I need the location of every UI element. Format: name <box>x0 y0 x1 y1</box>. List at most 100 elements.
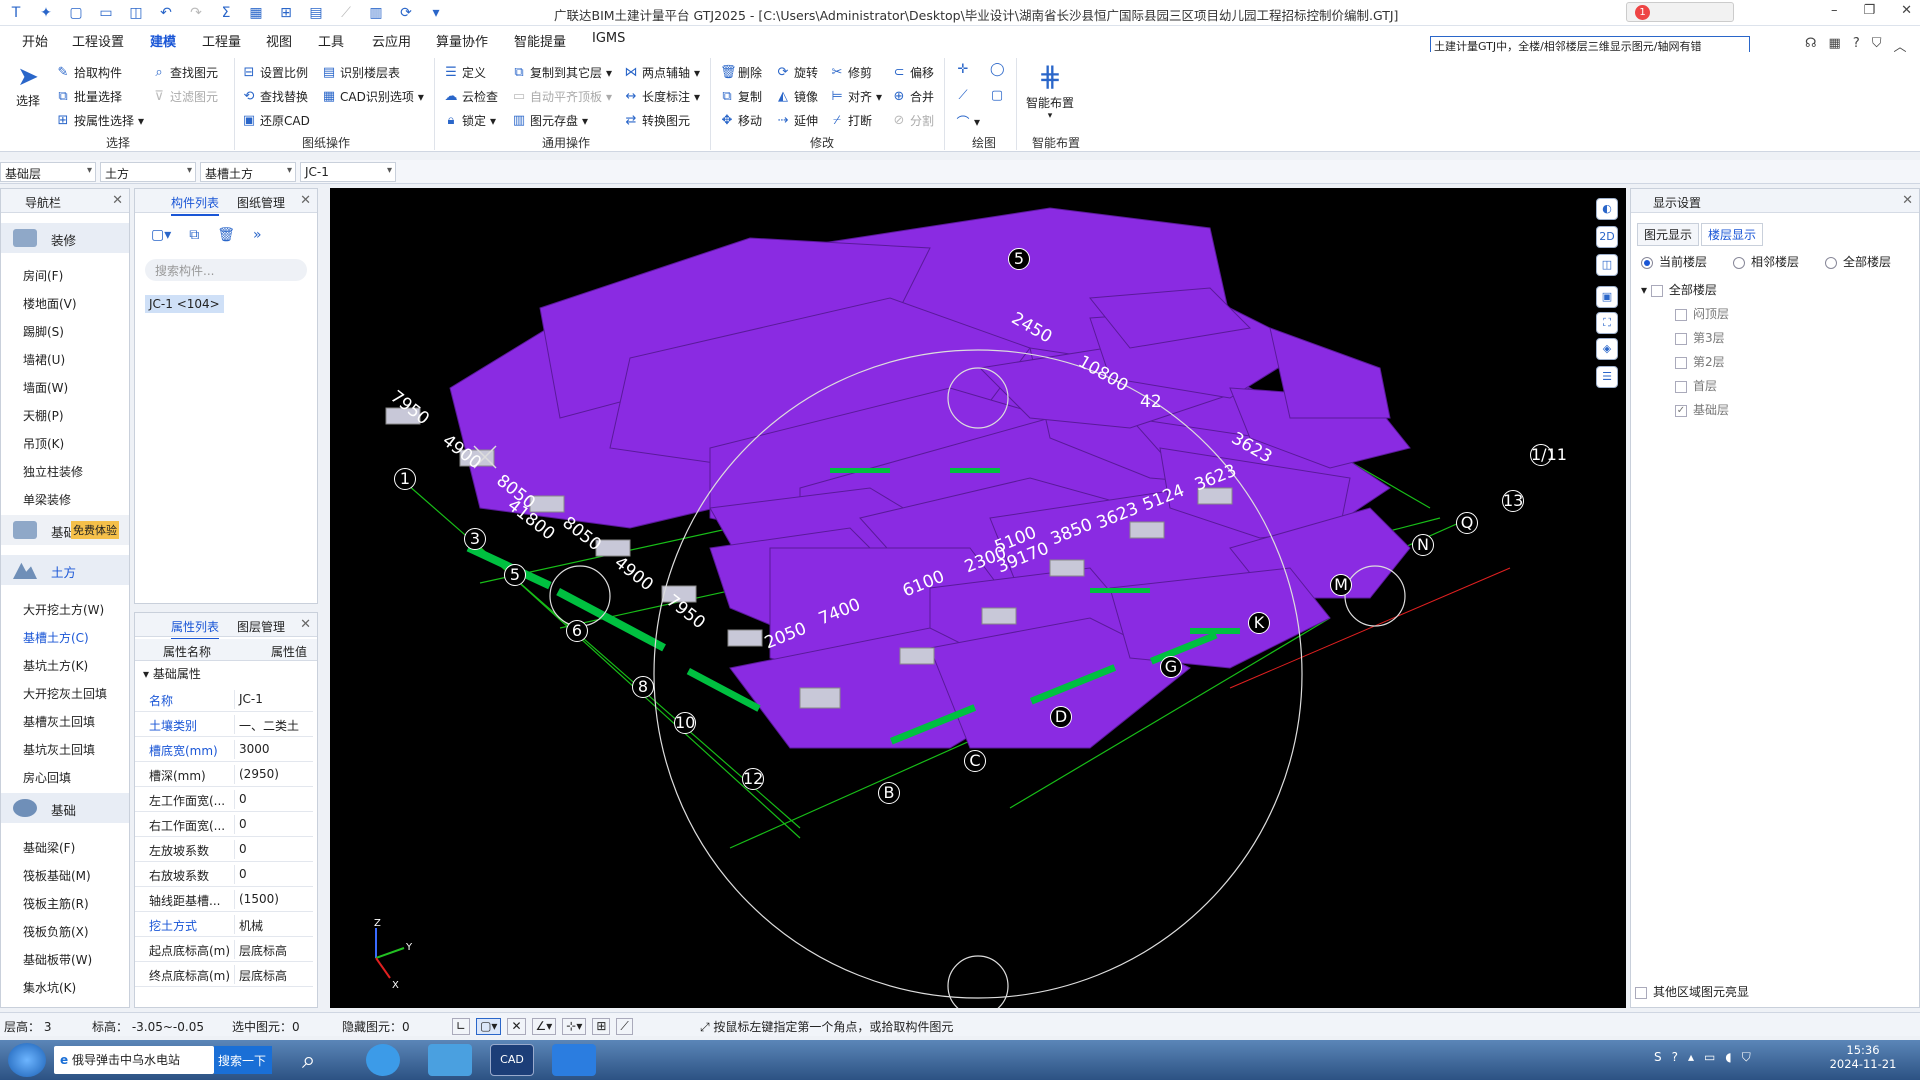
menu-start[interactable]: 开始 <box>22 31 48 50</box>
nav-item-suspended[interactable]: 吊顶(K) <box>23 435 64 452</box>
sync-icon[interactable]: ⟳ <box>396 4 416 22</box>
rect-select-icon[interactable]: ▢▾ <box>476 1018 502 1035</box>
property-row[interactable]: 土壤类别 一、二类土 <box>135 712 313 737</box>
property-value[interactable]: (1500) <box>234 890 310 909</box>
nav-item-floor[interactable]: 楼地面(V) <box>23 295 77 312</box>
highlight-other-areas[interactable]: 其他区域图元亮显 <box>1635 983 1749 1000</box>
set-scale-button[interactable]: ⊟ 设置比例 <box>242 64 308 81</box>
property-value[interactable]: 0 <box>234 865 310 884</box>
cloud-check-button[interactable]: ☁ 云检查 <box>444 88 499 105</box>
cad-options-button[interactable]: ▦ CAD识别选项 ▾ <box>322 88 424 105</box>
formula-icon[interactable]: Σ <box>216 4 236 22</box>
store-element-button[interactable]: ▥ 图元存盘 ▾ <box>512 112 588 129</box>
box-view-icon[interactable]: ▣ <box>1596 286 1618 308</box>
nav-item-beam-decor[interactable]: 单梁装修 <box>23 491 71 508</box>
clock[interactable]: 15:36 2024-11-21 <box>1828 1043 1898 1071</box>
more-icon[interactable]: » <box>253 227 262 243</box>
close-icon[interactable]: ✕ <box>1901 3 1912 18</box>
nav-item-found-strip[interactable]: 基础板带(W) <box>23 951 92 968</box>
tab-floor-display[interactable]: 楼层显示 <box>1701 223 1764 246</box>
draw-line-button[interactable]: ⟋ <box>956 88 970 103</box>
grid-icon[interactable]: ⊞ <box>276 4 296 22</box>
table-icon[interactable]: ▥ <box>366 4 386 22</box>
list-view-icon[interactable]: ☰ <box>1596 366 1618 388</box>
property-group[interactable]: ▾ 基础属性 <box>143 665 201 682</box>
menu-view[interactable]: 视图 <box>266 31 292 50</box>
nav-item-open-backfill[interactable]: 大开挖灰土回填 <box>23 685 107 702</box>
tab-property-list[interactable]: 属性列表 <box>171 618 220 640</box>
draw-circle-button[interactable]: ◯ <box>990 62 1005 77</box>
tree-all-floors[interactable]: ▾ 全部楼层 <box>1641 281 1717 298</box>
align-button[interactable]: ⊨ 对齐 ▾ <box>830 88 882 105</box>
nav-item-trench[interactable]: 基槽土方(C) <box>23 629 89 646</box>
minimize-icon[interactable]: – <box>1831 3 1838 18</box>
property-value[interactable]: 层底标高 <box>234 940 310 959</box>
gtj-app-icon[interactable] <box>552 1044 596 1076</box>
report-icon[interactable]: ▦ <box>246 4 266 22</box>
tree-floor-3[interactable]: 第3层 <box>1675 329 1725 346</box>
property-value[interactable]: (2950) <box>234 765 310 784</box>
property-row[interactable]: 起点底标高(m) 层底标高 <box>135 937 313 962</box>
cross-select-icon[interactable]: ✕ <box>507 1018 526 1035</box>
layer-view-icon[interactable]: ◈ <box>1596 338 1618 360</box>
nav-category-base-prev[interactable]: 基础 免费体验 <box>1 515 129 545</box>
new-icon[interactable]: ✦ <box>36 4 56 22</box>
nav-category-earth[interactable]: 土方 <box>1 555 129 585</box>
tree-floor-base[interactable]: ✓ 基础层 <box>1675 401 1729 418</box>
property-value[interactable]: 机械 <box>234 915 310 934</box>
zoom-extents-icon[interactable]: ⛶ <box>1596 312 1618 334</box>
sogou-icon[interactable] <box>366 1044 400 1076</box>
auto-flat-button[interactable]: ▭ 自动平齐顶板 ▾ <box>512 88 612 105</box>
menu-tools[interactable]: 工具 <box>318 31 344 50</box>
property-row[interactable]: 左工作面宽(... 0 <box>135 787 313 812</box>
start-button[interactable] <box>8 1043 46 1077</box>
property-value[interactable]: 3000 <box>234 740 310 759</box>
close-icon[interactable]: ✕ <box>300 193 311 208</box>
move-button[interactable]: ✥ 移动 <box>720 112 762 129</box>
open-icon[interactable]: ▭ <box>96 4 116 22</box>
nav-item-skirting[interactable]: 踢脚(S) <box>23 323 64 340</box>
break-button[interactable]: ⌿ 打断 <box>830 112 872 129</box>
nav-item-dado[interactable]: 墙裙(U) <box>23 351 65 368</box>
property-value[interactable]: 0 <box>234 815 310 834</box>
copy-button[interactable]: ⧉ 复制 <box>720 88 762 105</box>
tree-floor-2[interactable]: 第2层 <box>1675 353 1725 370</box>
menu-project-settings[interactable]: 工程设置 <box>72 31 124 50</box>
close-icon[interactable]: ✕ <box>300 617 311 632</box>
menu-cloud[interactable]: 云应用 <box>372 31 411 50</box>
nav-item-pit[interactable]: 基坑土方(K) <box>23 657 88 674</box>
tool-icon[interactable]: ▤ <box>306 4 326 22</box>
property-row[interactable]: 右放坡系数 0 <box>135 862 313 887</box>
select-button[interactable]: ➤ 选择 <box>10 62 46 109</box>
save-icon[interactable]: ◫ <box>126 4 146 22</box>
arrow-icon[interactable]: ▴ <box>1688 1050 1694 1065</box>
option-current-floor[interactable]: 当前楼层 <box>1641 253 1707 270</box>
app-icon[interactable] <box>428 1044 472 1076</box>
volume-icon[interactable]: ◖ <box>1725 1050 1731 1065</box>
input-method-icon[interactable]: S <box>1654 1050 1662 1065</box>
menu-collab[interactable]: 算量协作 <box>436 31 488 50</box>
measure-icon[interactable]: ⟋ <box>336 4 356 22</box>
draw-arc-button[interactable]: ⌒ ▾ <box>956 112 980 132</box>
draw-point-button[interactable]: ✛ <box>956 62 970 77</box>
identify-floors-button[interactable]: ▤ 识别楼层表 <box>322 64 400 81</box>
nav-category-foundation[interactable]: 基础 <box>1 793 129 823</box>
property-row[interactable]: 左放坡系数 0 <box>135 837 313 862</box>
close-icon[interactable]: ✕ <box>1902 193 1913 208</box>
tree-floor-1[interactable]: 首层 <box>1675 377 1717 394</box>
select-by-attr-button[interactable]: ⊞ 按属性选择 ▾ <box>56 112 145 129</box>
nav-item-room-backfill[interactable]: 房心回填 <box>23 769 71 786</box>
nav-item-raft[interactable]: 筏板基础(M) <box>23 867 91 884</box>
notification-widget[interactable]: 1 <box>1626 2 1734 22</box>
property-row[interactable]: 槽深(mm) (2950) <box>135 762 313 787</box>
snap-icon[interactable]: ⊹▾ <box>562 1018 587 1035</box>
nav-item-ceiling[interactable]: 天棚(P) <box>23 407 64 424</box>
smart-layout-button[interactable]: ⋕ 智能布置 ▾ <box>1022 60 1078 121</box>
copy-component-icon[interactable]: ⧉ <box>189 227 199 243</box>
nav-item-pit-backfill[interactable]: 基坑灰土回填 <box>23 741 95 758</box>
type-select[interactable]: 基槽土方 <box>200 162 296 182</box>
angle-icon[interactable]: ∠▾ <box>531 1018 557 1035</box>
menu-modeling[interactable]: 建模 <box>147 31 179 55</box>
tree-floor-attic[interactable]: 闷顶层 <box>1675 305 1729 322</box>
menu-smart[interactable]: 智能提量 <box>514 31 566 50</box>
